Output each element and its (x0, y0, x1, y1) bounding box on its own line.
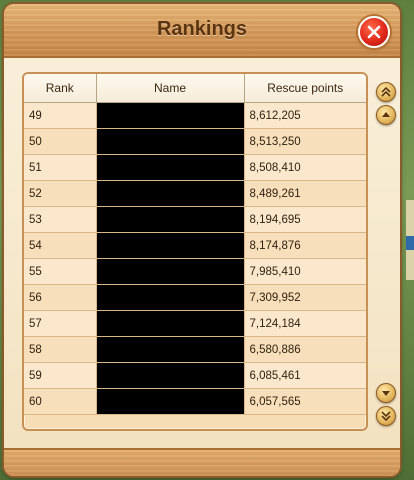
points-cell: 7,985,410 (243, 258, 366, 285)
table-row[interactable]: 51 8,508,410 (24, 154, 366, 181)
scroll-down-button[interactable] (376, 383, 396, 403)
table-row[interactable]: 54 8,174,876 (24, 232, 366, 259)
points-cell: 8,513,250 (243, 128, 366, 155)
name-cell-redacted (96, 362, 244, 389)
table-row[interactable]: 57 7,124,184 (24, 310, 366, 337)
rank-cell: 59 (24, 362, 97, 389)
scroll-top-button[interactable] (376, 82, 396, 102)
name-cell-redacted (96, 258, 244, 285)
dialog-footer (4, 448, 400, 476)
column-header-rank[interactable]: Rank (24, 74, 97, 103)
rank-cell: 58 (24, 336, 97, 363)
name-cell-redacted (96, 128, 244, 155)
name-cell-redacted (96, 180, 244, 207)
rank-cell: 49 (24, 102, 97, 129)
points-cell: 7,309,952 (243, 284, 366, 311)
table-row[interactable]: 50 8,513,250 (24, 128, 366, 155)
background-sign (406, 236, 414, 250)
double-chevron-down-icon (381, 411, 391, 422)
rankings-table-frame: Rank Name Rescue points 49 8,612,205 50 8,5… (22, 72, 368, 431)
table-row[interactable]: 53 8,194,695 (24, 206, 366, 233)
table-row[interactable]: 55 7,985,410 (24, 258, 366, 285)
rank-cell: 51 (24, 154, 97, 181)
name-cell-redacted (96, 206, 244, 233)
table-row[interactable]: 49 8,612,205 (24, 102, 366, 129)
rank-cell: 57 (24, 310, 97, 337)
close-icon (367, 25, 381, 39)
name-cell-redacted (96, 154, 244, 181)
double-chevron-up-icon (381, 86, 391, 97)
table-header-row: Rank Name Rescue points (24, 74, 366, 103)
table-row[interactable]: 58 6,580,886 (24, 336, 366, 363)
chevron-up-icon (382, 112, 390, 117)
rankings-table: Rank Name Rescue points 49 8,612,205 50 8,5… (24, 74, 366, 415)
dialog-title: Rankings (156, 18, 248, 40)
points-cell: 8,508,410 (243, 154, 366, 181)
rankings-dialog: Rankings Rank Name Rescue points 49 8,612… (4, 4, 400, 476)
rank-cell: 52 (24, 180, 97, 207)
table-row[interactable]: 52 8,489,261 (24, 180, 366, 207)
points-cell: 8,612,205 (243, 102, 366, 129)
name-cell-redacted (96, 232, 244, 259)
rank-cell: 55 (24, 258, 97, 285)
points-cell: 7,124,184 (243, 310, 366, 337)
points-cell: 8,194,695 (243, 206, 366, 233)
scroll-up-button[interactable] (376, 105, 396, 125)
chevron-down-icon (382, 391, 390, 396)
dialog-title-bar: Rankings (4, 4, 400, 58)
close-button[interactable] (358, 16, 390, 48)
name-cell-redacted (96, 284, 244, 311)
name-cell-redacted (96, 388, 244, 415)
rank-cell: 56 (24, 284, 97, 311)
points-cell: 6,580,886 (243, 336, 366, 363)
name-cell-redacted (96, 336, 244, 363)
table-row[interactable]: 60 6,057,565 (24, 388, 366, 415)
points-cell: 6,057,565 (243, 388, 366, 415)
name-cell-redacted (96, 102, 244, 129)
rank-cell: 53 (24, 206, 97, 233)
table-row[interactable]: 56 7,309,952 (24, 284, 366, 311)
name-cell-redacted (96, 310, 244, 337)
rank-cell: 50 (24, 128, 97, 155)
points-cell: 6,085,461 (243, 362, 366, 389)
column-header-name[interactable]: Name (96, 74, 245, 103)
points-cell: 8,174,876 (243, 232, 366, 259)
rank-cell: 60 (24, 388, 97, 415)
table-row[interactable]: 59 6,085,461 (24, 362, 366, 389)
column-header-points[interactable]: Rescue points (244, 74, 366, 103)
rank-cell: 54 (24, 232, 97, 259)
points-cell: 8,489,261 (243, 180, 366, 207)
scroll-bottom-button[interactable] (376, 406, 396, 426)
